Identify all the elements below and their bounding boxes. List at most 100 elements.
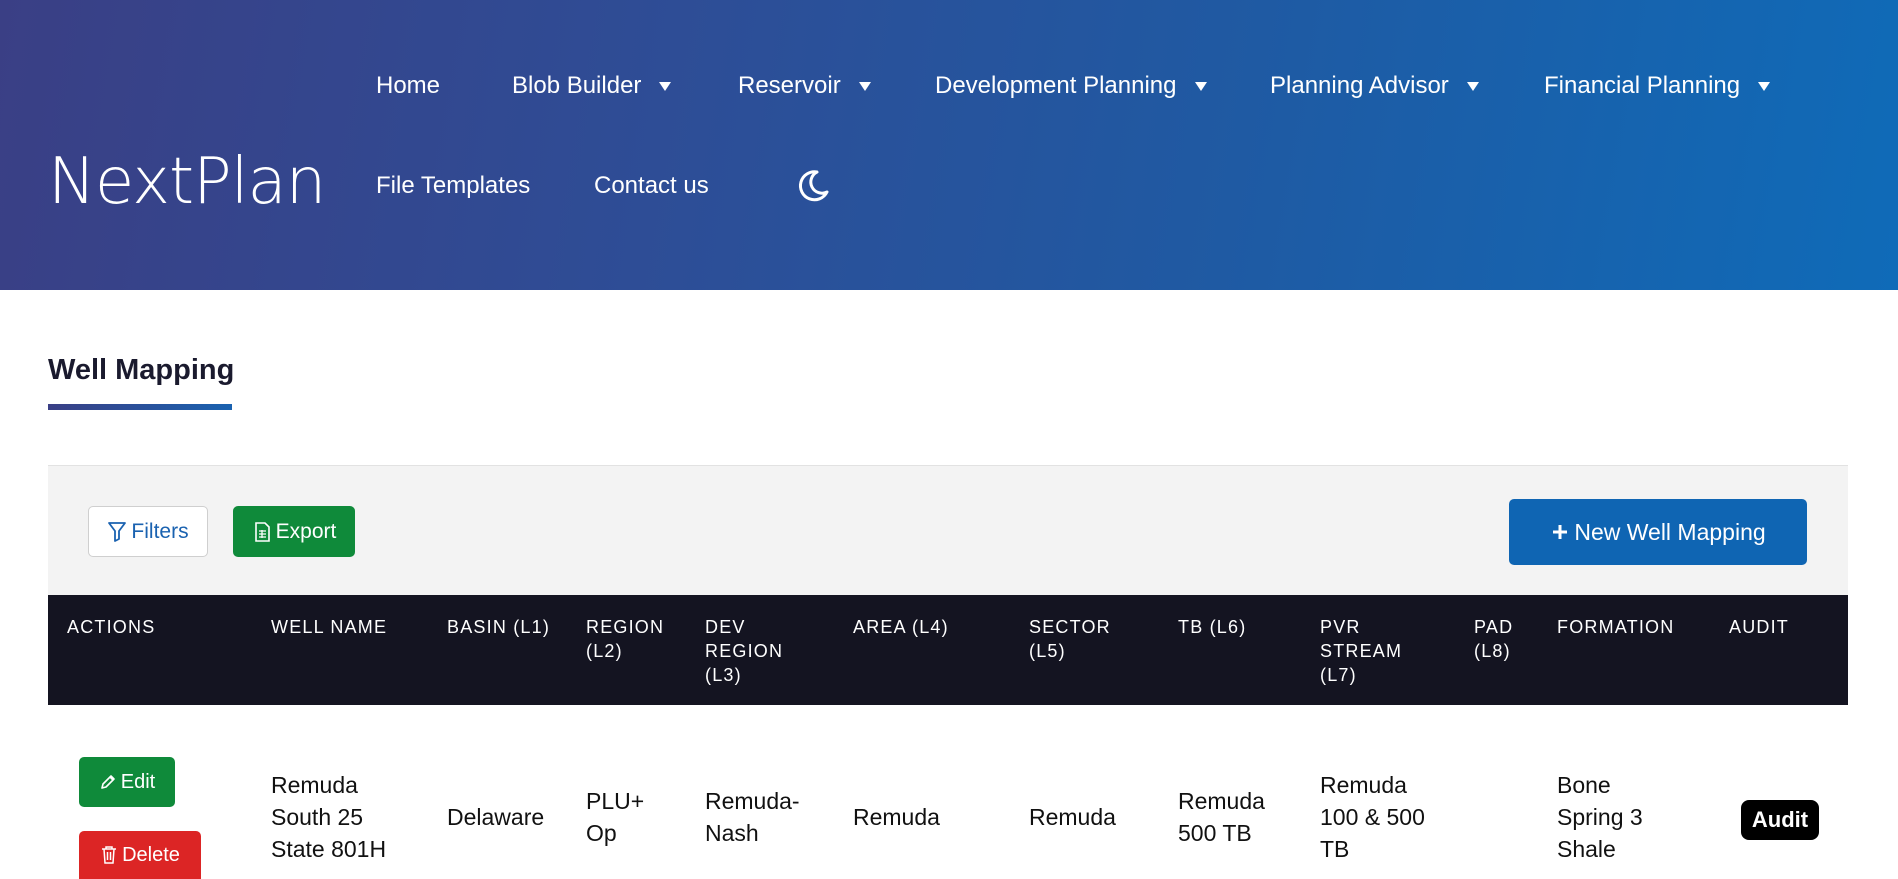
nav-reservoir-label: Reservoir [738,72,841,99]
edit-button[interactable]: Edit [79,757,175,807]
col-area-label: AREA (L4) [853,617,949,637]
nav-planning-advisor[interactable]: Planning Advisor [1270,74,1479,98]
col-sector[interactable]: SECTOR (L5) [1029,615,1111,663]
col-pad[interactable]: PAD (L8) [1474,615,1513,663]
cell-text: Remuda [271,772,358,798]
col-pad-label: PAD [1474,617,1514,637]
col-sector-label: (L5) [1029,641,1066,661]
col-well-name-label: WELL NAME [271,617,388,637]
nav-development-planning[interactable]: Development Planning [935,74,1207,98]
nav-contact-us-label: Contact us [594,172,709,199]
col-tb-label: TB (L6) [1178,617,1247,637]
app-logo[interactable]: NextPlan [48,150,326,214]
export-button-label: Export [275,519,337,543]
col-area[interactable]: AREA (L4) [853,615,949,639]
caret-down-icon [858,81,871,91]
col-dev-region-label: DEV [705,617,746,637]
caret-down-icon [659,81,672,91]
col-pvr-stream-label: STREAM [1320,641,1403,661]
caret-down-icon [1194,81,1207,91]
col-pvr-stream-label: PVR [1320,617,1361,637]
col-actions[interactable]: ACTIONS [67,615,155,639]
pencil-icon [100,775,115,789]
cell-region: PLU+ Op [586,785,644,849]
cell-text: South 25 [271,804,364,830]
col-dev-region-label: (L3) [705,665,742,685]
col-pvr-stream[interactable]: PVR STREAM (L7) [1320,615,1402,687]
cell-tb: Remuda 500 TB [1178,785,1265,849]
nav-blob-builder-label: Blob Builder [512,72,642,99]
cell-text: Nash [705,820,759,846]
filter-icon [108,521,127,542]
page-title: Well Mapping [48,354,235,386]
nav-blob-builder[interactable]: Blob Builder [512,72,672,99]
new-well-mapping-button[interactable]: New Well Mapping [1509,499,1807,565]
cell-basin: Delaware [447,804,545,830]
nav-financial-planning[interactable]: Financial Planning [1544,72,1771,99]
top-header: NextPlan Home Blob Builder Reservoir Dev… [0,0,1898,290]
cell-text: State 801H [271,836,387,862]
audit-button[interactable]: Audit [1741,800,1819,840]
col-region-label: (L2) [586,641,623,661]
export-button[interactable]: Export [233,506,355,557]
title-underline [48,404,232,410]
nav-home[interactable]: Home [376,74,440,98]
cell-text: PLU+ [586,788,645,814]
col-pvr-stream-label: (L7) [1320,665,1357,685]
cell-text: 100 & 500 [1320,804,1425,830]
col-basin-label: BASIN (L1) [447,617,551,637]
col-audit[interactable]: AUDIT [1729,615,1789,639]
toolbar: Filters Export New Well Mapping [48,465,1848,595]
cell-text: Shale [1557,836,1616,862]
caret-down-icon [1758,81,1771,91]
nav-planning-advisor-label: Planning Advisor [1270,72,1449,99]
cell-pvr-stream: Remuda 100 & 500 TB [1320,769,1425,865]
delete-button-label: Delete [122,843,180,866]
cell-well-name: Remuda South 25 State 801H [271,769,386,865]
cell-formation: Bone Spring 3 Shale [1557,769,1643,865]
cell-sector: Remuda [1029,804,1116,830]
col-dev-region-label: REGION [705,641,784,661]
col-tb[interactable]: TB (L6) [1178,615,1246,639]
cell-text: Remuda- [705,788,800,814]
delete-button[interactable]: Delete [79,831,201,879]
trash-icon [102,846,117,864]
caret-down-icon [1466,81,1479,91]
filters-button-label: Filters [131,519,189,543]
filters-button[interactable]: Filters [88,506,208,557]
plus-icon [1553,525,1568,539]
nav-home-label: Home [376,72,441,99]
table-row: Edit Delete Remuda South 25 State 801H D… [48,705,1848,879]
nav-file-templates[interactable]: File Templates [376,174,530,198]
cell-text: Op [586,820,617,846]
nav-financial-planning-label: Financial Planning [1544,72,1741,99]
new-well-mapping-label: New Well Mapping [1574,518,1766,545]
col-dev-region[interactable]: DEV REGION (L3) [705,615,783,687]
cell-text: Bone [1557,772,1611,798]
col-actions-label: ACTIONS [67,617,156,637]
nav-file-templates-label: File Templates [376,172,531,199]
edit-button-label: Edit [120,770,156,793]
cell-text: TB [1320,836,1350,862]
cell-text: 500 TB [1178,820,1252,846]
col-sector-label: SECTOR [1029,617,1111,637]
col-region[interactable]: REGION (L2) [586,615,664,663]
cell-area: Remuda [853,804,940,830]
cell-text: Remuda [1320,772,1407,798]
col-well-name[interactable]: WELL NAME [271,615,387,639]
col-region-label: REGION [586,617,665,637]
moon-icon[interactable] [795,168,831,204]
cell-text: Spring 3 [1557,804,1643,830]
nav-development-planning-label: Development Planning [935,72,1177,99]
table-header: ACTIONS WELL NAME BASIN (L1) REGION (L2)… [48,595,1848,705]
col-audit-label: AUDIT [1729,617,1789,637]
col-pad-label: (L8) [1474,641,1511,661]
col-formation[interactable]: FORMATION [1557,615,1674,639]
col-basin[interactable]: BASIN (L1) [447,615,550,639]
col-formation-label: FORMATION [1557,617,1675,637]
spreadsheet-icon [254,521,270,542]
nav-contact-us[interactable]: Contact us [594,174,709,198]
nav-reservoir[interactable]: Reservoir [738,74,871,98]
cell-dev-region: Remuda- Nash [705,785,800,849]
cell-text: Remuda [1178,788,1265,814]
